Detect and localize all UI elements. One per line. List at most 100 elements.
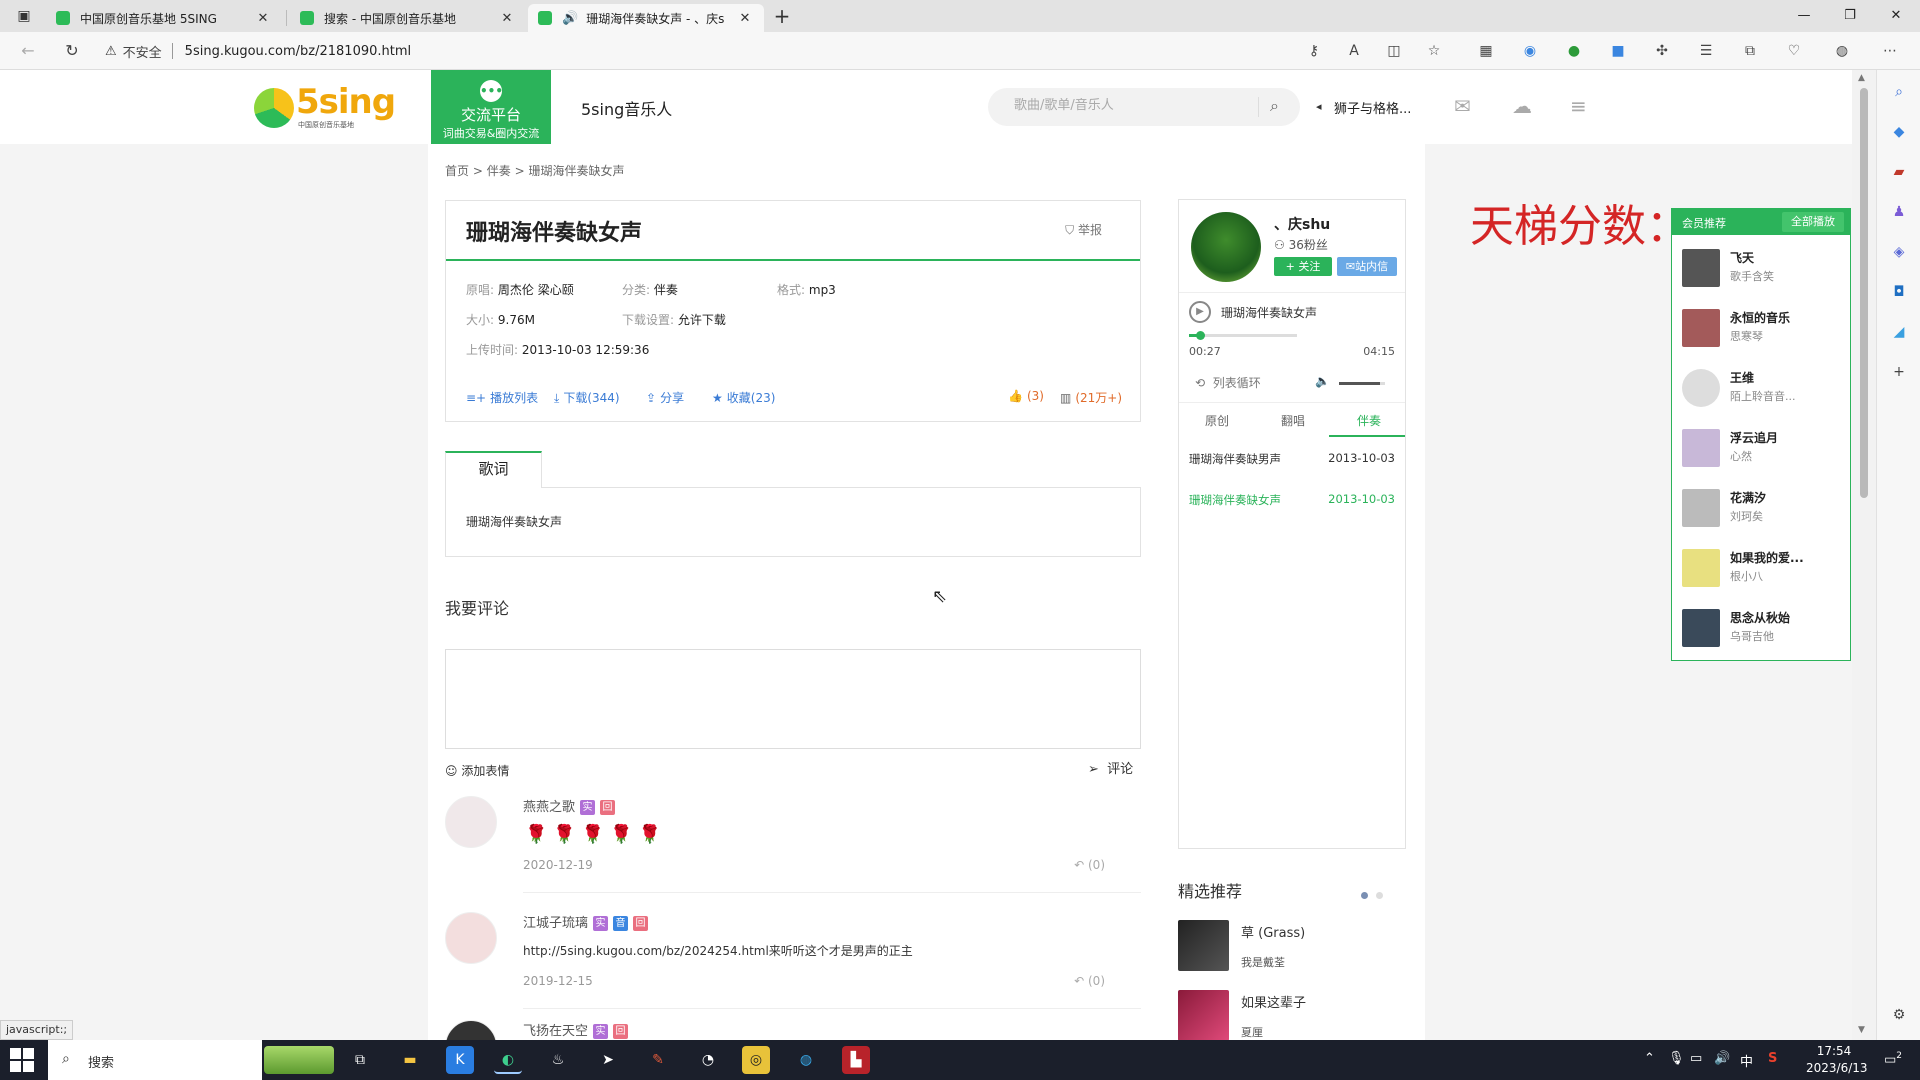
notification-icon[interactable]: ▭2: [1884, 1051, 1902, 1067]
back-icon[interactable]: ←: [18, 41, 38, 61]
mail-icon[interactable]: ✉: [1454, 94, 1471, 118]
office-icon[interactable]: ◈: [1889, 242, 1909, 262]
site-logo[interactable]: 5sing 中国原创音乐基地: [252, 82, 396, 130]
volume-slider[interactable]: [1339, 382, 1385, 385]
avatar[interactable]: [445, 796, 497, 848]
app-gauge-icon[interactable]: ◔: [694, 1046, 722, 1074]
close-icon[interactable]: ✕: [498, 11, 516, 26]
download-button[interactable]: ⤓ 下载(344): [554, 389, 620, 406]
extension-1-icon[interactable]: ▦: [1476, 41, 1496, 61]
jiaoliu-platform-button[interactable]: ••• 交流平台 词曲交易&圈内交流: [431, 70, 551, 150]
read-aloud-icon[interactable]: A: [1344, 41, 1364, 61]
follow-button[interactable]: + 关注: [1274, 257, 1332, 276]
breadcrumb-category[interactable]: 伴奏: [487, 164, 511, 178]
favorites-list-icon[interactable]: ☰: [1696, 41, 1716, 61]
tab-accompaniment[interactable]: 伴奏: [1357, 412, 1381, 429]
microphone-icon[interactable]: 🎙: [1668, 1051, 1685, 1066]
upload-cloud-icon[interactable]: ☁: [1512, 94, 1532, 118]
like-button[interactable]: 👍 (3): [1008, 389, 1044, 403]
favorite-star-icon[interactable]: ☆: [1424, 41, 1444, 61]
carousel-dot-active[interactable]: [1361, 892, 1368, 899]
add-icon[interactable]: +: [1889, 362, 1909, 382]
carousel-dot[interactable]: [1376, 892, 1383, 899]
avatar[interactable]: [445, 912, 497, 964]
steam-icon[interactable]: ♨: [544, 1046, 572, 1074]
address-bar[interactable]: ⚠ 不安全 5sing.kugou.com/bz/2181090.html: [105, 36, 411, 66]
volume-icon[interactable]: 🔊: [1714, 1051, 1730, 1066]
people-icon[interactable]: ♟: [1889, 202, 1909, 222]
playlist-button[interactable]: ≡+ 播放列表: [466, 389, 538, 406]
tab-lyrics[interactable]: 歌词: [445, 451, 542, 488]
play-icon[interactable]: ▶: [1189, 301, 1211, 323]
app-paint-icon[interactable]: ✎: [644, 1046, 672, 1074]
play-all-button[interactable]: 全部播放: [1782, 212, 1844, 232]
search-icon[interactable]: ⌕: [1270, 96, 1279, 116]
page-scrollbar[interactable]: ▲ ▼: [1852, 70, 1876, 1040]
tray-chevron-icon[interactable]: ⌃: [1644, 1051, 1655, 1066]
app-owl-icon[interactable]: ◎: [742, 1046, 770, 1074]
window-close-icon[interactable]: ✕: [1876, 4, 1916, 28]
comment-input[interactable]: [445, 649, 1141, 749]
close-icon[interactable]: ✕: [254, 11, 272, 26]
kugou-icon[interactable]: K: [446, 1046, 474, 1074]
close-icon[interactable]: ✕: [736, 11, 754, 26]
browser-essentials-icon[interactable]: ♡: [1784, 41, 1804, 61]
refresh-icon[interactable]: ↻: [62, 41, 82, 61]
more-menu-icon[interactable]: ⋯: [1880, 41, 1900, 61]
reply-button[interactable]: ↶ (0): [1074, 858, 1105, 872]
recommend-item[interactable]: 草 (Grass) 我是戴荃: [1178, 920, 1406, 975]
uploader-avatar[interactable]: [1191, 212, 1261, 282]
share-button[interactable]: ⇪ 分享: [646, 389, 684, 406]
reply-button[interactable]: ↶ (0): [1074, 974, 1105, 988]
breadcrumb-home[interactable]: 首页: [445, 164, 469, 178]
tab-original[interactable]: 原创: [1205, 412, 1229, 429]
search-input[interactable]: [1014, 98, 1234, 113]
minimize-icon[interactable]: —: [1784, 4, 1824, 28]
report-button[interactable]: ⛉ 举报: [1065, 221, 1102, 238]
profile-avatar-icon[interactable]: ◍: [1832, 41, 1852, 61]
file-explorer-icon[interactable]: ▬: [396, 1046, 424, 1074]
scroll-up-icon[interactable]: ▲: [1858, 73, 1865, 83]
reader-icon[interactable]: ◫: [1384, 41, 1404, 61]
tab-actions-icon[interactable]: ▣: [14, 6, 34, 26]
task-view-icon[interactable]: ⧉: [346, 1046, 374, 1074]
recommend-item[interactable]: 如果这辈子 夏厘: [1178, 990, 1406, 1040]
sogou-icon[interactable]: S: [1768, 1051, 1777, 1066]
collect-button[interactable]: ★ 收藏(23): [712, 389, 775, 406]
url-text[interactable]: 5sing.kugou.com/bz/2181090.html: [185, 44, 411, 59]
avatar[interactable]: [445, 1020, 497, 1040]
browser-tab-3[interactable]: 🔊 珊瑚海伴奏缺女声 - 、庆s ✕: [528, 4, 764, 32]
toolbox-icon[interactable]: ▰: [1889, 162, 1909, 182]
comment-user[interactable]: 飞扬在天空: [523, 1024, 588, 1039]
comment-user[interactable]: 燕燕之歌: [523, 800, 575, 815]
edge-browser-icon[interactable]: ◐: [494, 1046, 522, 1074]
outlook-icon[interactable]: ◘: [1889, 282, 1909, 302]
browser-tab-1[interactable]: 中国原创音乐基地 5SING ✕: [46, 4, 282, 32]
app-dota-icon[interactable]: ▙: [842, 1046, 870, 1074]
network-icon[interactable]: ▭: [1690, 1051, 1702, 1066]
app-arrow-icon[interactable]: ➤: [594, 1046, 622, 1074]
browser-tab-2[interactable]: 搜索 - 中国原创音乐基地 ✕: [290, 4, 526, 32]
scrollbar-thumb[interactable]: [1860, 88, 1868, 498]
extension-4-icon[interactable]: ■: [1608, 41, 1628, 61]
gear-icon[interactable]: ⚙: [1889, 1005, 1909, 1025]
tab-cover[interactable]: 翻唱: [1281, 412, 1305, 429]
list-item[interactable]: 珊瑚海伴奏缺男声 2013-10-03: [1189, 451, 1395, 467]
progress-slider[interactable]: [1189, 331, 1297, 340]
comment-user[interactable]: 江城子琉璃: [523, 916, 588, 931]
restore-icon[interactable]: ❐: [1830, 4, 1870, 28]
ime-indicator[interactable]: 中: [1740, 1051, 1753, 1070]
extensions-puzzle-icon[interactable]: ✣: [1652, 41, 1672, 61]
message-button[interactable]: ✉站内信: [1337, 257, 1397, 276]
scroll-down-icon[interactable]: ▼: [1858, 1025, 1865, 1035]
uploader-name[interactable]: 、庆shu: [1274, 214, 1330, 234]
app-shield-icon[interactable]: ◍: [792, 1046, 820, 1074]
extension-2-icon[interactable]: ◉: [1520, 41, 1540, 61]
drop-icon[interactable]: ◢: [1889, 322, 1909, 342]
list-item[interactable]: 珊瑚海伴奏缺女声 2013-10-03: [1189, 492, 1395, 508]
taskbar-search[interactable]: ⌕ 搜索: [48, 1040, 262, 1080]
start-button[interactable]: [10, 1048, 34, 1072]
new-tab-button[interactable]: +: [772, 4, 792, 28]
key-icon[interactable]: ⚷: [1304, 41, 1324, 61]
musician-link[interactable]: 5sing音乐人: [581, 96, 672, 120]
